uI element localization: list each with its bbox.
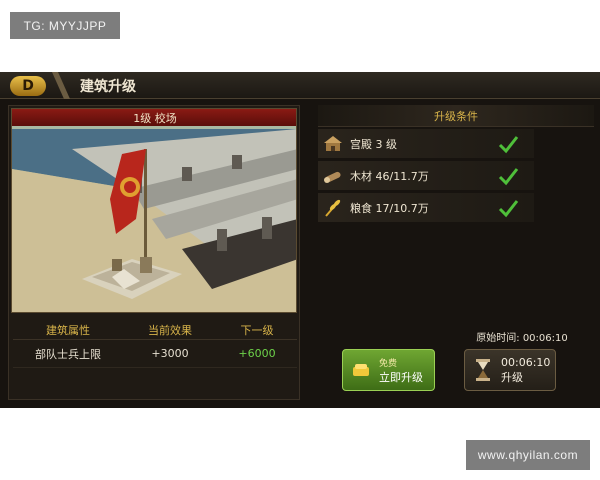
upgrade-duration: 00:06:10 [501,355,551,369]
requirements-title: 升级条件 [318,105,594,127]
wood-icon [324,171,341,183]
instant-upgrade-label: 立即升级 [379,370,423,384]
free-label: 免费 [379,358,398,369]
title-bar: D 建筑升级 [0,72,600,99]
building-panel: 1级 校场 建筑属性 当前效果 下一级 部队士兵上限 +3000 +6000 [8,105,300,400]
check-icon [498,135,519,153]
check-icon [498,199,519,217]
watermark-bottom: www.qhyilan.com [466,440,590,470]
attribute-name: 部队士兵上限 [35,347,101,361]
original-time-label: 原始时间: 00:06:10 [476,333,568,344]
building-level-banner: 1级 校场 [12,109,296,126]
requirement-palace: 宫殿 3 级 [318,129,534,159]
next-level-value: +6000 [238,347,276,360]
timed-upgrade-button[interactable]: 00:06:10 升级 [464,349,556,391]
watermark-top: TG: MYYJJPP [10,12,120,39]
grain-icon [325,199,341,217]
requirement-grain: 粮食 17/10.7万 [318,193,534,223]
requirement-text: 宫殿 3 级 [350,137,397,151]
palace-icon [324,135,342,151]
gold-icon [353,364,369,376]
requirement-text: 木材 46/11.7万 [350,169,429,183]
page-title: 建筑升级 [80,79,136,95]
check-icon [498,167,519,185]
back-button[interactable]: D [10,76,46,96]
building-upgrade-window: D 建筑升级 1级 校场 建筑属性 当前效果 下一级 部队士兵上限 +3000 … [0,72,600,408]
requirement-text: 粮食 17/10.7万 [350,201,429,215]
free-upgrade-button[interactable]: 免费 立即升级 [342,349,435,391]
table-row: 部队士兵上限 +3000 +6000 [13,340,297,368]
current-effect-value: +3000 [151,347,189,360]
title-separator [52,72,70,99]
header-current-effect: 当前效果 [148,323,192,337]
building-scene: 1级 校场 [11,108,297,313]
attribute-table: 建筑属性 当前效果 下一级 部队士兵上限 +3000 +6000 [13,320,297,368]
upgrade-label: 升级 [501,370,523,384]
requirement-wood: 木材 46/11.7万 [318,161,534,191]
header-next-level: 下一级 [240,323,274,337]
attribute-table-header: 建筑属性 当前效果 下一级 [13,320,297,340]
header-attribute: 建筑属性 [46,323,90,337]
hourglass-icon [476,359,490,381]
